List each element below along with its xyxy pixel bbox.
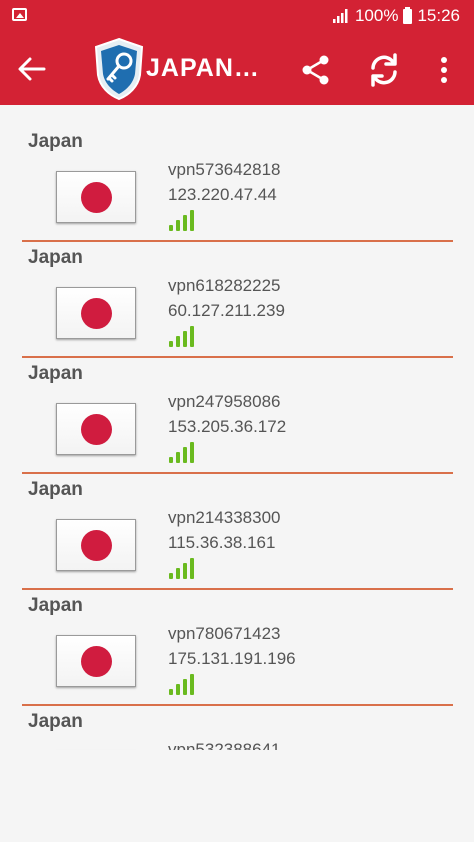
server-list-item[interactable]: Japan vpn532388641 [0,685,474,750]
japan-flag-icon [56,287,136,339]
more-vert-icon[interactable] [432,52,456,88]
server-name: vpn247958086 [168,392,281,411]
app-logo-icon [94,37,144,101]
flag-circle [81,298,112,329]
server-name: vpn214338300 [168,508,281,527]
battery-icon [403,6,413,24]
signal-icon [332,9,348,23]
server-list: Japan vpn573642818 123.220.47.44 Japan vpn61… [0,105,474,750]
server-ip: 60.127.211.239 [168,301,285,320]
japan-flag-icon [56,519,136,571]
server-ip: 175.131.191.196 [168,649,296,668]
server-list-item[interactable]: Japan vpn780671423 175.131.191.196 [0,569,474,706]
country-name: Japan [28,247,83,268]
country-name: Japan [28,363,83,384]
server-list-item[interactable]: Japan vpn618282225 60.127.211.239 [0,221,474,358]
flag-circle [81,414,112,445]
status-bar: 100% 15:26 [0,0,474,32]
status-right: 100% 15:26 [332,6,460,26]
toolbar-title: JAPAN… [146,54,260,82]
share-icon[interactable] [298,52,334,88]
japan-flag-icon [56,635,136,687]
server-ip: 115.36.38.161 [168,533,276,552]
battery-percent: 100% [354,6,399,25]
server-name: vpn532388641 [168,740,281,750]
clock: 15:26 [417,6,460,25]
server-list-item[interactable]: Japan vpn573642818 123.220.47.44 [0,105,474,242]
country-name: Japan [28,131,83,152]
gallery-icon [12,8,27,21]
country-name: Japan [28,479,83,500]
flag-circle [81,646,112,677]
back-arrow-icon[interactable] [14,54,48,84]
server-list-item[interactable]: Japan vpn214338300 115.36.38.161 [0,453,474,590]
server-name: vpn573642818 [168,160,281,179]
flag-circle [81,530,112,561]
toolbar: JAPAN… [0,32,474,105]
country-name: Japan [28,711,83,732]
server-list-item[interactable]: Japan vpn247958086 153.205.36.172 [0,337,474,474]
server-ip: 123.220.47.44 [168,185,277,204]
refresh-icon[interactable] [364,50,404,90]
japan-flag-icon [56,403,136,455]
server-name: vpn618282225 [168,276,281,295]
japan-flag-icon [56,171,136,223]
country-name: Japan [28,595,83,616]
server-name: vpn780671423 [168,624,281,643]
flag-circle [81,182,112,213]
server-ip: 153.205.36.172 [168,417,287,436]
